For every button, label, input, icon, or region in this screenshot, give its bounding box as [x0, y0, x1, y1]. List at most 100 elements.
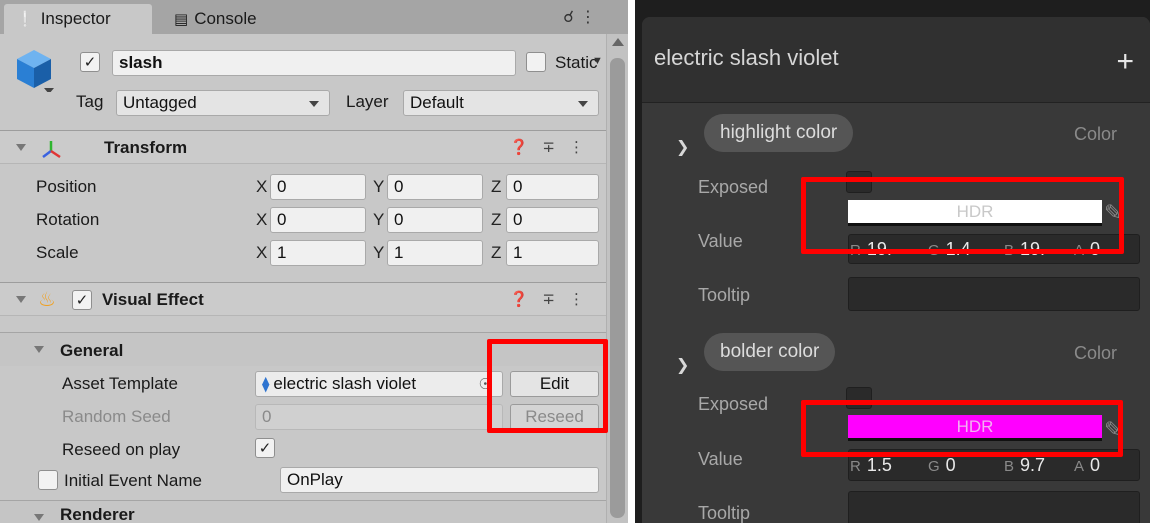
- exposed-checkbox[interactable]: [846, 387, 872, 409]
- more-menu-icon[interactable]: ⋮: [569, 138, 584, 156]
- channel-b[interactable]: B 9.7: [1004, 455, 1045, 476]
- channel-a[interactable]: A0: [1074, 455, 1100, 476]
- transform-body: Position X 0 Y 0 Z 0 Rotation X 0 Y 0 Z …: [0, 164, 606, 274]
- transform-axes-icon: [42, 141, 61, 159]
- foldout-icon[interactable]: [16, 296, 26, 303]
- visual-effect-header[interactable]: ♨ ✓ Visual Effect ❓ ∓ ⋮: [0, 282, 606, 316]
- initial-event-field[interactable]: OnPlay: [280, 467, 599, 493]
- initial-event-label: Initial Event Name: [64, 471, 202, 490]
- channel-g[interactable]: G 1.4: [928, 239, 971, 260]
- foldout-icon[interactable]: [34, 514, 44, 521]
- value-label: Value: [698, 231, 743, 251]
- foldout-icon[interactable]: [34, 346, 44, 353]
- property-type: Color: [1074, 343, 1118, 363]
- axis-y-label: Y: [373, 177, 385, 196]
- position-label: Position: [36, 177, 97, 196]
- tooltip-field[interactable]: [848, 491, 1140, 523]
- eyedropper-icon[interactable]: ✎: [1104, 200, 1122, 226]
- chevron-down-icon[interactable]: ❯: [676, 137, 689, 157]
- hdr-color-swatch[interactable]: HDR: [848, 200, 1102, 226]
- eyedropper-icon[interactable]: ✎: [1104, 417, 1122, 443]
- visual-effect-enabled-checkbox[interactable]: ✓: [72, 290, 92, 310]
- more-menu-icon[interactable]: ⋮: [569, 290, 584, 308]
- blackboard-title: electric slash violet: [654, 45, 839, 70]
- scale-y-field[interactable]: 1: [387, 240, 483, 266]
- scale-label: Scale: [36, 243, 79, 262]
- foldout-icon[interactable]: [16, 144, 26, 151]
- reseed-on-play-label: Reseed on play: [62, 440, 181, 459]
- general-body: Asset Template ⧫ electric slash violet ☉…: [0, 366, 606, 500]
- scale-x-field[interactable]: 1: [270, 240, 366, 266]
- reseed-button[interactable]: Reseed: [510, 404, 599, 430]
- channel-b[interactable]: B 19.: [1004, 239, 1045, 260]
- rotation-y-field[interactable]: 0: [387, 207, 483, 233]
- initial-event-checkbox[interactable]: [38, 470, 58, 490]
- renderer-header[interactable]: Renderer: [0, 500, 606, 523]
- exposed-label: Exposed: [698, 394, 769, 414]
- channel-r[interactable]: R 1.5: [850, 455, 892, 476]
- edit-button[interactable]: Edit: [510, 371, 599, 397]
- channel-a[interactable]: A0: [1074, 239, 1100, 260]
- axis-y-label: Y: [373, 243, 385, 262]
- property-pill-highlight-color[interactable]: highlight color: [704, 114, 854, 152]
- position-x-field[interactable]: 0: [270, 174, 366, 200]
- hdr-color-swatch[interactable]: HDR: [848, 415, 1102, 441]
- settings-sliders-icon[interactable]: ∓: [542, 138, 555, 156]
- vfx-asset-icon: ⧫: [262, 376, 270, 393]
- component-header-icons: ❓ ∓ ⋮: [510, 290, 584, 308]
- transform-header[interactable]: Transform ❓ ∓ ⋮: [0, 130, 606, 164]
- property-pill-bolder-color[interactable]: bolder color: [704, 333, 836, 371]
- help-icon[interactable]: ❓: [510, 290, 529, 308]
- info-icon: ❕: [16, 11, 35, 28]
- layer-label: Layer: [346, 92, 389, 111]
- tab-console[interactable]: ▤ Console: [162, 4, 312, 34]
- random-seed-label: Random Seed: [62, 407, 171, 426]
- asset-template-field[interactable]: ⧫ electric slash violet ☉: [255, 371, 503, 397]
- axis-x-label: X: [256, 177, 268, 196]
- asset-template-label: Asset Template: [62, 374, 178, 393]
- tab-console-label: Console: [194, 9, 257, 28]
- chevron-down-icon[interactable]: ❯: [676, 355, 689, 375]
- tag-value: Untagged: [123, 93, 197, 112]
- axis-x-label: X: [256, 210, 268, 229]
- axis-z-label: Z: [491, 210, 502, 229]
- exposed-label: Exposed: [698, 177, 769, 197]
- object-picker-icon[interactable]: ☉: [479, 375, 492, 393]
- position-z-field[interactable]: 0: [506, 174, 599, 200]
- gameobject-name-field[interactable]: slash: [112, 50, 516, 76]
- add-property-icon[interactable]: +: [1116, 47, 1134, 77]
- layer-dropdown[interactable]: Default: [403, 90, 599, 116]
- spacer: [0, 316, 606, 332]
- help-icon[interactable]: ❓: [510, 138, 529, 156]
- tooltip-label: Tooltip: [698, 503, 751, 523]
- layer-value: Default: [410, 93, 464, 112]
- random-seed-field: 0: [255, 404, 503, 430]
- static-dropdown-icon[interactable]: ▼: [592, 55, 603, 67]
- channel-r[interactable]: R 19.: [850, 239, 892, 260]
- asset-template-value: electric slash violet: [273, 374, 417, 393]
- vertical-scrollbar[interactable]: [606, 34, 628, 523]
- rotation-label: Rotation: [36, 210, 100, 229]
- lock-and-menu-icon[interactable]: ☌⋮: [563, 7, 602, 27]
- position-y-field[interactable]: 0: [387, 174, 483, 200]
- axis-z-label: Z: [491, 177, 502, 196]
- inspector-window: ❕ Inspector ▤ Console ☌⋮ ✓ slash Static …: [0, 0, 628, 523]
- chevron-down-icon: [309, 101, 319, 107]
- rotation-x-field[interactable]: 0: [270, 207, 366, 233]
- general-header[interactable]: General: [0, 332, 606, 366]
- active-checkbox[interactable]: ✓: [80, 52, 100, 72]
- static-checkbox[interactable]: [526, 52, 546, 72]
- scale-z-field[interactable]: 1: [506, 240, 599, 266]
- rotation-z-field[interactable]: 0: [506, 207, 599, 233]
- tag-dropdown[interactable]: Untagged: [116, 90, 330, 116]
- channel-g[interactable]: G0: [928, 455, 956, 476]
- blackboard-panel: electric slash violet + ❯ highlight colo…: [642, 17, 1150, 523]
- scroll-thumb[interactable]: [610, 58, 625, 518]
- scroll-up-arrow-icon[interactable]: [612, 38, 624, 46]
- tab-inspector[interactable]: ❕ Inspector: [4, 4, 152, 34]
- settings-sliders-icon[interactable]: ∓: [542, 290, 555, 308]
- exposed-checkbox[interactable]: [846, 171, 872, 193]
- axis-z-label: Z: [491, 243, 502, 262]
- reseed-on-play-checkbox[interactable]: ✓: [255, 438, 275, 458]
- tooltip-field[interactable]: [848, 277, 1140, 311]
